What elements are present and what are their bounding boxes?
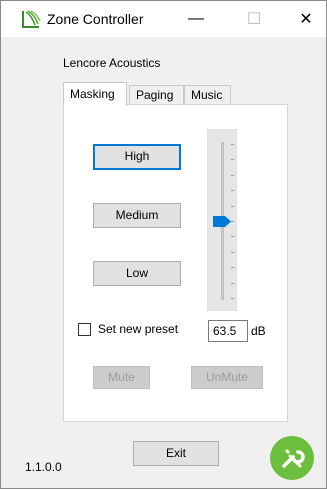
slider-thumb[interactable] — [213, 216, 231, 227]
version-label: 1.1.0.0 — [25, 460, 62, 474]
exit-button[interactable]: Exit — [133, 441, 219, 466]
tools-button[interactable] — [270, 436, 314, 480]
slider-tick — [231, 144, 234, 145]
mute-button[interactable]: Mute — [93, 366, 150, 389]
slider-tick — [231, 221, 234, 222]
db-unit-label: dB — [251, 324, 266, 338]
title-bar[interactable]: Zone Controller — ☐ ✕ — [1, 1, 326, 37]
app-logo-icon — [22, 10, 41, 28]
medium-button[interactable]: Medium — [93, 203, 181, 228]
masking-panel: High Medium Low Set new preset dB Mute U… — [63, 104, 288, 422]
slider-tick — [231, 159, 234, 161]
slider-tick — [231, 298, 234, 299]
slider-tick — [231, 205, 234, 207]
zone-controller-window: Zone Controller — ☐ ✕ Lencore Acoustics … — [0, 0, 327, 489]
wrench-screwdriver-icon — [282, 449, 305, 468]
slider-tick — [231, 267, 234, 269]
low-button[interactable]: Low — [93, 261, 181, 286]
unmute-button[interactable]: UnMute — [191, 366, 263, 389]
set-new-preset-label[interactable]: Set new preset — [98, 322, 178, 336]
window-title: Zone Controller — [47, 11, 144, 27]
level-slider[interactable] — [207, 129, 237, 311]
tab-paging[interactable]: Paging — [129, 85, 184, 105]
slider-tick — [231, 236, 234, 238]
company-label: Lencore Acoustics — [63, 56, 161, 70]
tab-music[interactable]: Music — [184, 85, 231, 105]
tab-masking[interactable]: Masking — [63, 82, 127, 106]
db-level-field[interactable] — [208, 320, 248, 342]
slider-tick — [231, 174, 234, 176]
set-new-preset-checkbox[interactable] — [78, 323, 91, 336]
high-button[interactable]: High — [93, 144, 181, 170]
minimize-button[interactable]: — — [173, 1, 219, 37]
slider-tick — [231, 190, 234, 192]
slider-tick — [231, 282, 234, 284]
slider-tick — [231, 251, 234, 253]
maximize-button[interactable]: ☐ — [231, 1, 277, 37]
close-button[interactable]: ✕ — [283, 1, 327, 37]
